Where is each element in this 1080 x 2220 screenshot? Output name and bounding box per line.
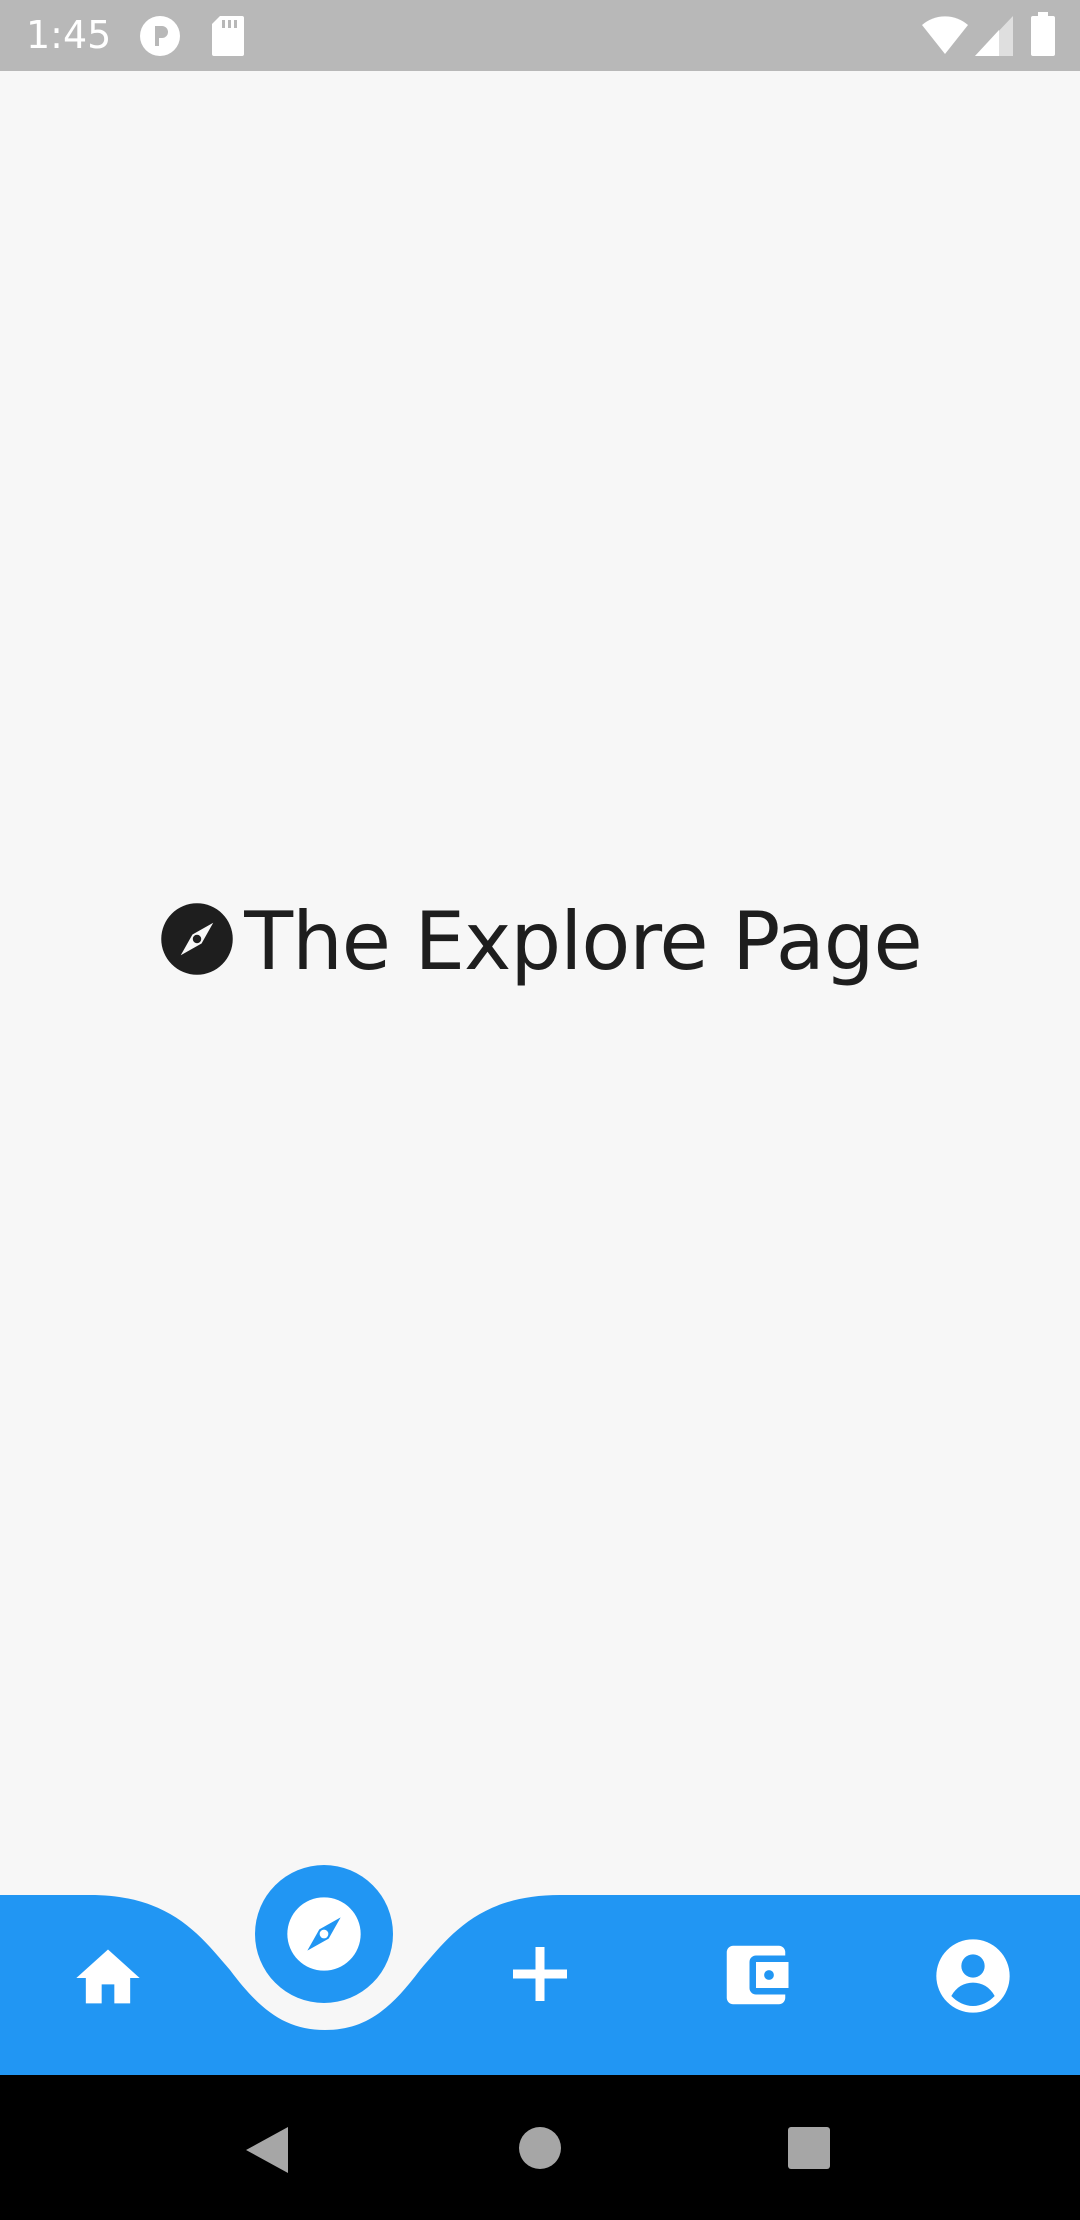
account-icon	[933, 1939, 1013, 2020]
nav-item-home[interactable]	[70, 1940, 146, 2016]
nav-item-wallet[interactable]	[717, 1936, 795, 2014]
status-time: 1:45	[26, 13, 112, 57]
nav-item-account[interactable]	[933, 1936, 1013, 2016]
back-button[interactable]	[244, 2125, 290, 2179]
explore-heading: The Explore Page	[0, 891, 1080, 991]
nav-item-add[interactable]	[504, 1938, 576, 2010]
compass-icon	[158, 900, 244, 982]
wallet-icon	[717, 1945, 795, 2018]
plus-icon	[504, 1947, 576, 2014]
signal-icon	[975, 16, 1013, 60]
status-bar: 1:45	[0, 0, 1080, 71]
sd-card-icon	[210, 14, 246, 62]
bottom-navigation-bar	[0, 1850, 1080, 2075]
page-title: The Explore Page	[244, 894, 923, 988]
nav-item-explore[interactable]	[255, 1865, 393, 2003]
notification-p-icon	[138, 14, 182, 62]
home-icon	[70, 1949, 146, 2020]
system-navigation-bar	[0, 2075, 1080, 2220]
battery-icon	[1031, 12, 1055, 60]
main-content: The Explore Page	[0, 71, 1080, 1895]
wifi-icon	[922, 16, 968, 58]
back-icon	[244, 2127, 290, 2179]
recents-button[interactable]	[788, 2127, 830, 2173]
screen: 1:45 The Explore Page	[0, 0, 1080, 2220]
recents-icon	[788, 2127, 830, 2173]
home-circle-icon	[518, 2127, 562, 2174]
home-button[interactable]	[518, 2126, 562, 2174]
